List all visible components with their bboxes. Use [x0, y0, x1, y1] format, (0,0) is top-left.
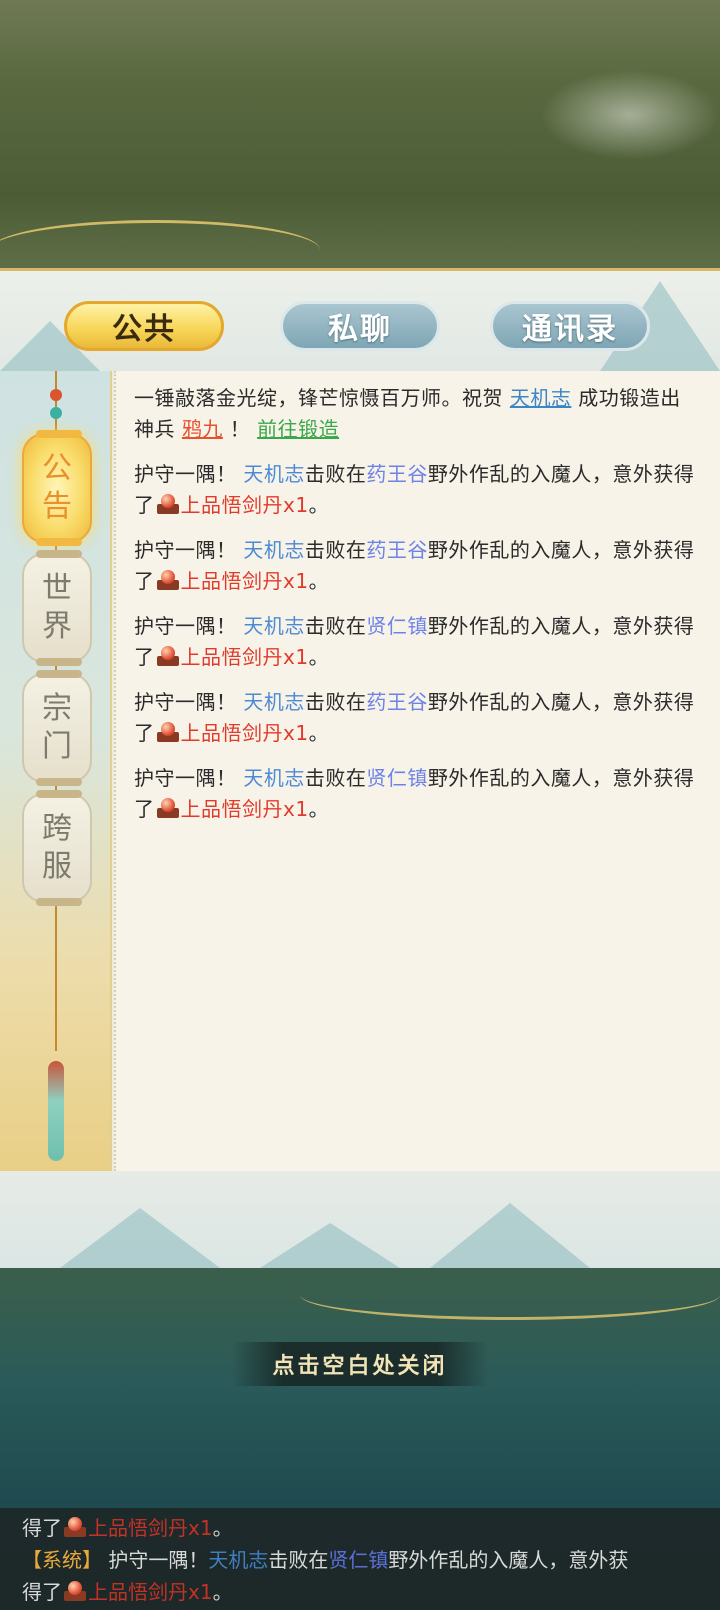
message-text: 。 [308, 645, 330, 669]
player-name[interactable]: 天机志 [243, 462, 305, 486]
message-text: 一锤敲落金光绽，锋芒惊慑百万师。祝贺 [134, 386, 510, 410]
gold-swirl-decoration [300, 1270, 720, 1320]
player-name[interactable]: 天机志 [243, 766, 305, 790]
message-text: 。 [308, 721, 330, 745]
item-name[interactable]: 上品悟剑丹x1 [181, 645, 309, 669]
chat-line: 【系统】 护守一隅！天机志击败在贤仁镇野外作乱的入魔人，意外获 [22, 1544, 706, 1576]
scene-background-top [0, 0, 720, 280]
message-text: 击败在 [304, 766, 367, 790]
tab-public[interactable]: 公共 [64, 301, 224, 351]
place-name[interactable]: 贤仁镇 [366, 614, 428, 638]
player-link[interactable]: 天机志 [510, 386, 572, 410]
message-text: 护守一隅！ [134, 766, 244, 790]
pill-item-icon[interactable] [155, 494, 181, 516]
place-name: 贤仁镇 [328, 1548, 389, 1572]
sidebar-item-label: 界 [42, 609, 72, 644]
sidebar-item-world[interactable]: 世 界 [22, 550, 92, 666]
item-name[interactable]: 上品悟剑丹x1 [181, 721, 309, 745]
sidebar-item-announcement[interactable]: 公 告 [22, 430, 92, 546]
chat-text: 。 [212, 1580, 233, 1604]
weapon-link[interactable]: 鸦九 [182, 417, 223, 441]
list-item: 护守一隅！ 天机志击败在药王谷野外作乱的入魔人，意外获得了 上品悟剑丹x1。 [134, 459, 700, 521]
message-text: 护守一隅！ [134, 614, 244, 638]
place-name[interactable]: 药王谷 [366, 462, 428, 486]
chat-text: 击败在 [268, 1548, 329, 1572]
item-name: 上品悟剑丹x1 [88, 1516, 213, 1540]
tassel-decoration [48, 1061, 64, 1161]
list-item: 护守一隅！ 天机志击败在药王谷野外作乱的入魔人，意外获得了 上品悟剑丹x1。 [134, 687, 700, 749]
chat-text: 得了 [22, 1580, 62, 1604]
pill-item-icon[interactable] [155, 722, 181, 744]
sidebar-item-label: 告 [42, 489, 72, 524]
mountain-decoration [430, 1203, 590, 1268]
player-name[interactable]: 天机志 [243, 538, 305, 562]
tab-contacts[interactable]: 通讯录 [490, 301, 650, 351]
goto-forge-link[interactable]: 前往锻造 [257, 417, 339, 441]
message-text: 护守一隅！ [134, 462, 244, 486]
pill-item-icon[interactable] [155, 570, 181, 592]
list-item: 护守一隅！ 天机志击败在贤仁镇野外作乱的入魔人，意外获得了 上品悟剑丹x1。 [134, 763, 700, 825]
sidebar-item-label: 公 [42, 451, 72, 486]
pill-item-icon [62, 1517, 88, 1539]
pill-item-icon[interactable] [155, 646, 181, 668]
bead-decoration [50, 389, 62, 401]
pill-item-icon[interactable] [155, 798, 181, 820]
message-text: ！ [222, 417, 258, 441]
chat-text: 护守一隅！ [102, 1548, 209, 1572]
panel-footer [0, 1171, 720, 1268]
message-text: 击败在 [304, 462, 367, 486]
message-text: 。 [308, 493, 330, 517]
sidebar-item-label: 世 [42, 571, 72, 606]
sidebar-item-cross-server[interactable]: 跨 服 [22, 790, 92, 906]
message-text: 护守一隅！ [134, 538, 244, 562]
mountain-decoration [60, 1208, 220, 1268]
message-list[interactable]: 一锤敲落金光绽，锋芒惊慑百万师。祝贺 天机志 成功锻造出神兵 鸦九 ！ 前往锻造… [114, 371, 720, 1171]
place-name[interactable]: 药王谷 [366, 538, 428, 562]
player-name: 天机志 [208, 1548, 269, 1572]
sidebar-item-label: 门 [42, 729, 72, 764]
mountain-decoration [260, 1223, 400, 1268]
chat-text: 野外作乱的入魔人，意外获 [388, 1548, 629, 1572]
chat-preview-strip[interactable]: 得了 上品悟剑丹x1。 【系统】 护守一隅！天机志击败在贤仁镇野外作乱的入魔人，意… [0, 1508, 720, 1610]
place-name[interactable]: 贤仁镇 [366, 766, 428, 790]
item-name[interactable]: 上品悟剑丹x1 [181, 797, 309, 821]
message-text: 击败在 [304, 614, 367, 638]
sidebar-item-sect[interactable]: 宗 门 [22, 670, 92, 786]
system-tag: 【系统】 [22, 1548, 102, 1572]
channel-sidebar: 公 告 世 界 宗 门 跨 服 [0, 371, 112, 1171]
item-name: 上品悟剑丹x1 [88, 1580, 213, 1604]
player-name[interactable]: 天机志 [243, 690, 305, 714]
sidebar-item-label: 服 [42, 849, 72, 884]
mist-decoration [540, 70, 720, 160]
chat-line: 得了 上品悟剑丹x1。 [22, 1576, 706, 1608]
list-item: 护守一隅！ 天机志击败在贤仁镇野外作乱的入魔人，意外获得了 上品悟剑丹x1。 [134, 611, 700, 673]
list-item: 一锤敲落金光绽，锋芒惊慑百万师。祝贺 天机志 成功锻造出神兵 鸦九 ！ 前往锻造 [134, 383, 700, 445]
message-text: 击败在 [304, 538, 367, 562]
item-name[interactable]: 上品悟剑丹x1 [181, 569, 309, 593]
message-text: 护守一隅！ [134, 690, 244, 714]
place-name[interactable]: 药王谷 [366, 690, 428, 714]
player-name[interactable]: 天机志 [243, 614, 305, 638]
chat-panel: 公共 私聊 通讯录 公 告 世 界 宗 门 跨 服 一锤敲落金光绽，锋芒惊慑百万… [0, 268, 720, 1268]
close-hint[interactable]: 点击空白处关闭 [232, 1342, 488, 1386]
chat-text: 。 [212, 1516, 233, 1540]
chat-line: 得了 上品悟剑丹x1。 [22, 1512, 706, 1544]
message-text: 击败在 [304, 690, 367, 714]
sidebar-item-label: 宗 [42, 691, 72, 726]
sidebar-item-label: 跨 [42, 811, 72, 846]
tab-private[interactable]: 私聊 [280, 301, 440, 351]
chat-text: 得了 [22, 1516, 62, 1540]
pill-item-icon [62, 1581, 88, 1603]
message-text: 。 [308, 797, 330, 821]
item-name[interactable]: 上品悟剑丹x1 [181, 493, 309, 517]
bead-decoration [50, 407, 62, 419]
panel-header: 公共 私聊 通讯录 [0, 271, 720, 371]
message-text: 。 [308, 569, 330, 593]
list-item: 护守一隅！ 天机志击败在药王谷野外作乱的入魔人，意外获得了 上品悟剑丹x1。 [134, 535, 700, 597]
